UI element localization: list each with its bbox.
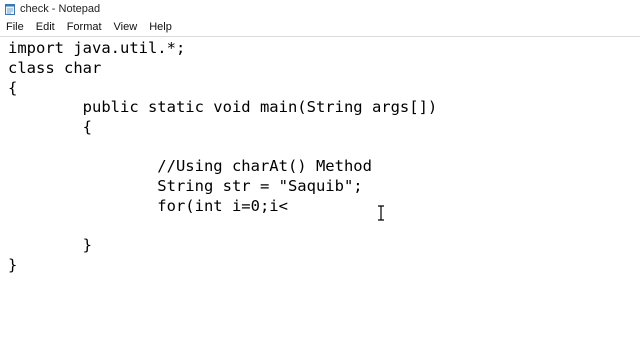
window-title: check - Notepad xyxy=(20,3,101,15)
menu-edit[interactable]: Edit xyxy=(30,18,61,36)
code-line: { xyxy=(8,118,92,136)
code-line: { xyxy=(8,79,18,97)
code-line: import java.util.*; xyxy=(8,39,186,57)
code-line: class char xyxy=(8,59,102,77)
text-ibeam-cursor-icon xyxy=(377,205,385,221)
code-line: public static void main(String args[]) xyxy=(8,98,438,116)
text-editor-area[interactable]: import java.util.*; class char { public … xyxy=(0,36,640,361)
code-line: } xyxy=(8,256,18,274)
menu-file[interactable]: File xyxy=(0,18,30,36)
menu-help[interactable]: Help xyxy=(143,18,178,36)
title-bar: check - Notepad xyxy=(0,0,640,18)
code-line: for(int i=0;i< xyxy=(8,197,288,215)
code-line: String str = "Saquib"; xyxy=(8,177,363,195)
menu-bar: File Edit Format View Help xyxy=(0,18,640,36)
code-line: //Using charAt() Method xyxy=(8,157,372,175)
menu-view[interactable]: View xyxy=(108,18,144,36)
code-line: } xyxy=(8,236,92,254)
notepad-icon xyxy=(4,3,16,15)
menu-format[interactable]: Format xyxy=(61,18,108,36)
